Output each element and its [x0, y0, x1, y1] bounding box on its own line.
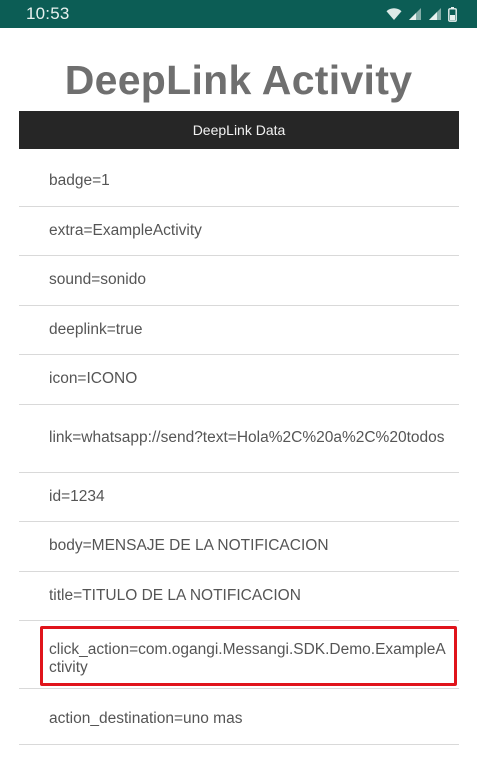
list-item-highlighted[interactable]: click_action=com.ogangi.Messangi.SDK.Dem… [19, 626, 459, 689]
list-item-text: icon=ICONO [49, 370, 138, 388]
wifi-icon [386, 7, 402, 21]
list-item[interactable]: extra=ExampleActivity [19, 207, 459, 256]
list-item[interactable]: sound=sonido [19, 256, 459, 306]
page-title: DeepLink Activity [64, 57, 413, 103]
battery-icon [448, 6, 457, 22]
status-time: 10:53 [26, 4, 70, 23]
status-icons [386, 6, 457, 22]
screen: 10:53 DeepLink Activity DeepLink Data ba… [0, 0, 477, 758]
list-item-text: extra=ExampleActivity [49, 221, 202, 239]
list-item[interactable]: icon=ICONO [19, 355, 459, 405]
list-item-text: sound=sonido [49, 271, 146, 289]
section-header: DeepLink Data [19, 111, 459, 149]
list-item[interactable]: id=1234 [19, 473, 459, 522]
signal-icon [408, 7, 422, 21]
list-item[interactable]: deeplink=true [19, 306, 459, 355]
list-item-text: id=1234 [49, 487, 105, 505]
list-item-text: click_action=com.ogangi.Messangi.SDK.Dem… [49, 640, 446, 676]
list-item[interactable]: title=TITULO DE LA NOTIFICACION [19, 572, 459, 621]
list-item[interactable]: badge=1 [19, 157, 459, 207]
deeplink-data-list[interactable]: badge=1 extra=ExampleActivity sound=soni… [19, 157, 459, 745]
list-item[interactable]: action_destination=uno mas [19, 695, 459, 745]
list-item-text: body=MENSAJE DE LA NOTIFICACION [49, 537, 329, 555]
list-item-text: link=whatsapp://send?text=Hola%2C%20a%2C… [49, 429, 445, 446]
list-item-text: title=TITULO DE LA NOTIFICACION [49, 586, 301, 604]
signal-icon-2 [428, 7, 442, 21]
list-item[interactable]: body=MENSAJE DE LA NOTIFICACION [19, 522, 459, 572]
list-item-text: action_destination=uno mas [49, 710, 243, 728]
list-item[interactable]: link=whatsapp://send?text=Hola%2C%20a%2C… [19, 405, 459, 473]
list-item-text: deeplink=true [49, 320, 143, 338]
status-bar: 10:53 [0, 0, 477, 28]
list-item-text: badge=1 [49, 172, 110, 190]
